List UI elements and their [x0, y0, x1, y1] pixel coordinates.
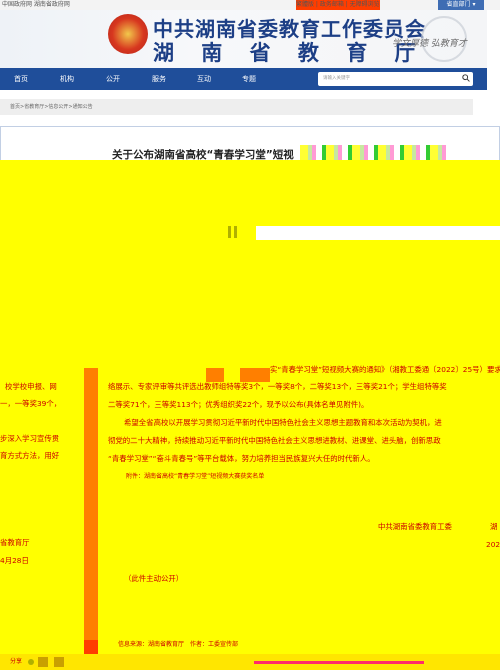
left-line-1: 校学校申报、网	[5, 382, 57, 391]
search-input[interactable]: 请输入关键字	[318, 72, 473, 86]
nav-item-topics[interactable]: 专题	[242, 68, 256, 90]
left-column-stripe	[84, 368, 98, 654]
attachment-link[interactable]: 附件：湖南省高校“青春学习堂”短视频大赛获奖名单	[126, 468, 264, 486]
nav-item-home[interactable]: 首页	[14, 68, 28, 90]
left-sign-org: 省教育厅	[0, 538, 30, 547]
source-line: 信息来源：湖南省教育厅 作者：工委宣传部	[118, 641, 239, 648]
nav-item-interact[interactable]: 互动	[197, 68, 211, 90]
glitch-strip	[300, 145, 448, 161]
left-line-2: 一，一等奖39个，	[0, 399, 62, 408]
gov-links[interactable]: 中国政府网 湖南省政府网	[2, 0, 70, 10]
overlay-block-mid	[0, 240, 500, 368]
scroll-indicator	[254, 661, 424, 664]
left-line-4: 步深入学习宣传贯	[0, 434, 60, 443]
sign-year: 202	[486, 540, 500, 549]
breadcrumb: 首页>省教育厅>信息公开>通知公告	[0, 99, 473, 115]
share-bar: 分享	[0, 654, 500, 670]
para1-line2: 二等奖71个，三等奖113个；优秀组织奖22个，现予以公布(具体名单见附件)。	[108, 400, 369, 409]
search-placeholder: 请输入关键字	[323, 76, 350, 81]
share-label: 分享	[10, 658, 23, 665]
left-sign-date: 4月28日	[0, 556, 29, 565]
department-switch-button[interactable]: 省直部门 ▾	[438, 0, 484, 10]
overlay-mark-2	[234, 226, 237, 238]
wechat-share-icon[interactable]	[38, 657, 48, 667]
utility-links[interactable]: 繁體版 | 政务邮箱 | 无障碍浏览	[296, 0, 380, 10]
left-line-5: 育方式方法，用好	[0, 451, 60, 460]
site-title-line2: 湖 南 省 教 育 厅	[153, 40, 426, 65]
nav-item-org[interactable]: 机构	[60, 68, 74, 90]
breadcrumb-text[interactable]: 首页>省教育厅>信息公开>通知公告	[10, 104, 93, 110]
search-icon[interactable]	[462, 74, 470, 82]
national-emblem-icon	[108, 14, 148, 54]
para2-line3: “青春学习堂”“奋斗青春号”等平台载体，努力培养担当民族复兴大任的时代新人。	[108, 454, 375, 463]
top-utility-bar: 中国政府网 湖南省政府网 繁體版 | 政务邮箱 | 无障碍浏览 省直部门 ▾	[0, 0, 500, 10]
para1-line1: 络展示、专家评审等共评选出教师组特等奖3个，一等奖8个，二等奖13个，三等奖21…	[108, 382, 447, 391]
notice-fragment: 实“青春学习堂”短视频大赛的通知》（湘教工委通〔2022〕25号）要求要	[270, 365, 500, 374]
overlay-mark	[228, 226, 231, 238]
para2-line1: 希望全省高校以开展学习贯彻习近平新时代中国特色社会主义思想主题教育和本次活动为契…	[124, 418, 442, 427]
para2-line2: 彻党的二十大精神，持续推动习近平新时代中国特色社会主义思想进教材、进课堂、进头脑…	[108, 436, 441, 445]
sign-org-right: 湖	[490, 522, 498, 531]
overlay-gap	[256, 226, 500, 240]
nav-item-service[interactable]: 服务	[152, 68, 166, 90]
calligraphy-motto: 学文厚德 弘教育才	[392, 39, 467, 49]
nav-item-public[interactable]: 公开	[106, 68, 120, 90]
share-icon[interactable]	[28, 659, 34, 665]
public-note: （此件主动公开）	[124, 574, 184, 583]
sign-org: 中共湖南省委教育工委	[378, 522, 452, 531]
weibo-share-icon[interactable]	[54, 657, 64, 667]
